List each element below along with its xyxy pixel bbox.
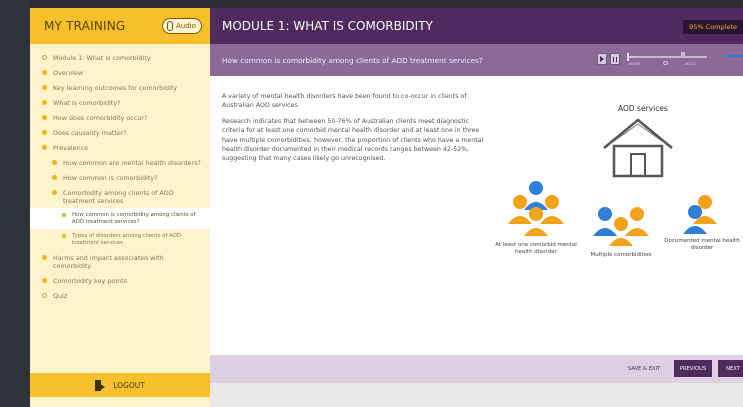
complete-dot-icon [42,278,47,283]
next-button[interactable]: NEXT [718,360,743,377]
incomplete-dot-icon [42,55,47,60]
nav-item-quiz[interactable]: Quiz [30,288,210,303]
nav-item-causality[interactable]: Does causality matter? [30,125,210,140]
previous-button[interactable]: PREVIOUS [674,360,712,377]
nav-item-label: Key learning outcomes for comorbidity [53,83,178,92]
scrub-track [627,56,707,58]
sidebar: MY TRAINING Audio Module 1: What is como… [30,8,210,407]
complete-dot-icon [42,130,47,135]
page-question: How common is comorbidity among clients … [222,55,483,65]
nav-item-key-points[interactable]: Comorbidity key points [30,273,210,288]
window-left-strip [0,0,30,407]
nav-item-module-1[interactable]: Module 1: What is comorbidity [30,50,210,65]
save-exit-button[interactable]: SAVE & EXIT [620,360,668,377]
people-group-icon [593,207,649,246]
nav-item-harms[interactable]: Harms and impact associated with comorbi… [30,250,210,273]
infographic-title: AOD services [618,104,668,113]
nav-item-label: Quiz [53,291,68,300]
course-frame: MY TRAINING Audio Module 1: What is como… [30,8,743,407]
incomplete-dot-icon [42,293,47,298]
nav-item-label: Does causality matter? [53,128,127,137]
nav-item-label: How does comorbidity occur? [53,113,148,122]
paragraph: A variety of mental health disorders hav… [222,93,467,110]
nav-item-how-common-comorbidity[interactable]: How common is comorbidity? [30,170,210,185]
logout-label: LOGOUT [113,380,145,390]
people-group-icon [683,195,717,234]
sidebar-header: MY TRAINING Audio [30,8,210,44]
pause-button[interactable] [610,53,620,65]
group-label: Multiple comorbidities [590,252,652,258]
pause-icon [613,56,617,62]
people-group-icon [508,181,564,236]
nav-item-label: Comorbidity key points [53,276,127,285]
nav-item-label: How common are mental health disorders? [63,158,201,167]
play-icon [600,56,604,62]
toggle-knob-icon [167,21,173,31]
group-label: At least one comorbid mental health diso… [495,242,577,255]
complete-dot-icon [42,100,47,105]
paragraph: Research indicates that between 50-76% o… [222,117,484,163]
nav-item-label: Overview [53,68,84,77]
complete-dot-icon [42,70,47,75]
progress-badge: 95% Complete [683,20,743,34]
house-icon [603,118,673,178]
module-header: MODULE 1: WHAT IS COMORBIDITY 95% Comple… [210,8,743,44]
logout-button[interactable]: LOGOUT [30,373,210,397]
main-panel: MODULE 1: WHAT IS COMORBIDITY 95% Comple… [210,8,743,407]
complete-dot-icon [62,234,66,238]
time-elapsed: 00:00 [629,61,640,66]
nav-item-how-occur[interactable]: How does comorbidity occur? [30,110,210,125]
nav-item-prevalence[interactable]: Prevalence [30,140,210,155]
play-button[interactable] [597,53,607,65]
volume-slider[interactable] [724,55,743,57]
audio-toggle[interactable]: Audio [162,18,202,34]
nav-item-label: Module 1: What is comorbidity [53,53,151,62]
nav-item-label: How common is comorbidity among clients … [72,211,196,225]
logout-icon [95,379,106,391]
nav-item-label: Harms and impact associated with comorbi… [53,253,164,270]
nav-item-overview[interactable]: Overview [30,65,210,80]
nav-item-label: What is comorbidity? [53,98,121,107]
footer-bar: SAVE & EXIT PREVIOUS NEXT [210,355,743,383]
course-nav: Module 1: What is comorbidity Overview K… [30,44,210,303]
scrub-handle[interactable] [627,53,629,61]
nav-item-label: Types of disorders among clients of AOD … [72,232,182,246]
complete-dot-icon [42,115,47,120]
nav-item-learning-outcomes[interactable]: Key learning outcomes for comorbidity [30,80,210,95]
nav-item-label: Comorbidity among clients of AOD treatme… [63,188,174,205]
complete-dot-icon [52,190,57,195]
sidebar-title: MY TRAINING [44,19,126,33]
nav-item-label: How common is comorbidity? [63,173,158,182]
complete-dot-icon [42,255,47,260]
content-area: A variety of mental health disorders hav… [210,76,743,355]
nav-item-aod-clients[interactable]: Comorbidity among clients of AOD treatme… [30,185,210,208]
nav-item-label: Prevalence [53,143,89,152]
audio-player: 00:00 00:22 [597,52,707,66]
complete-dot-icon [42,145,47,150]
body-text: A variety of mental health disorders hav… [222,92,484,170]
group-label: Documented mental health disorder [664,238,740,251]
complete-dot-icon [52,175,57,180]
complete-dot-icon [62,213,66,217]
page-subheader: How common is comorbidity among clients … [210,44,743,76]
volume-icon[interactable] [681,52,685,56]
audio-scrubber[interactable]: 00:00 00:22 [627,52,707,66]
time-total: 00:22 [685,61,696,66]
nav-item-what-is-comorbidity[interactable]: What is comorbidity? [30,95,210,110]
complete-dot-icon [42,85,47,90]
nav-item-current-page[interactable]: How common is comorbidity among clients … [30,208,210,229]
module-title: MODULE 1: WHAT IS COMORBIDITY [222,19,433,33]
loop-icon[interactable] [663,61,668,65]
audio-toggle-label: Audio [176,22,196,30]
nav-item-mental-health-disorders[interactable]: How common are mental health disorders? [30,155,210,170]
nav-item-types-of-disorders[interactable]: Types of disorders among clients of AOD … [30,229,210,250]
complete-dot-icon [52,160,57,165]
